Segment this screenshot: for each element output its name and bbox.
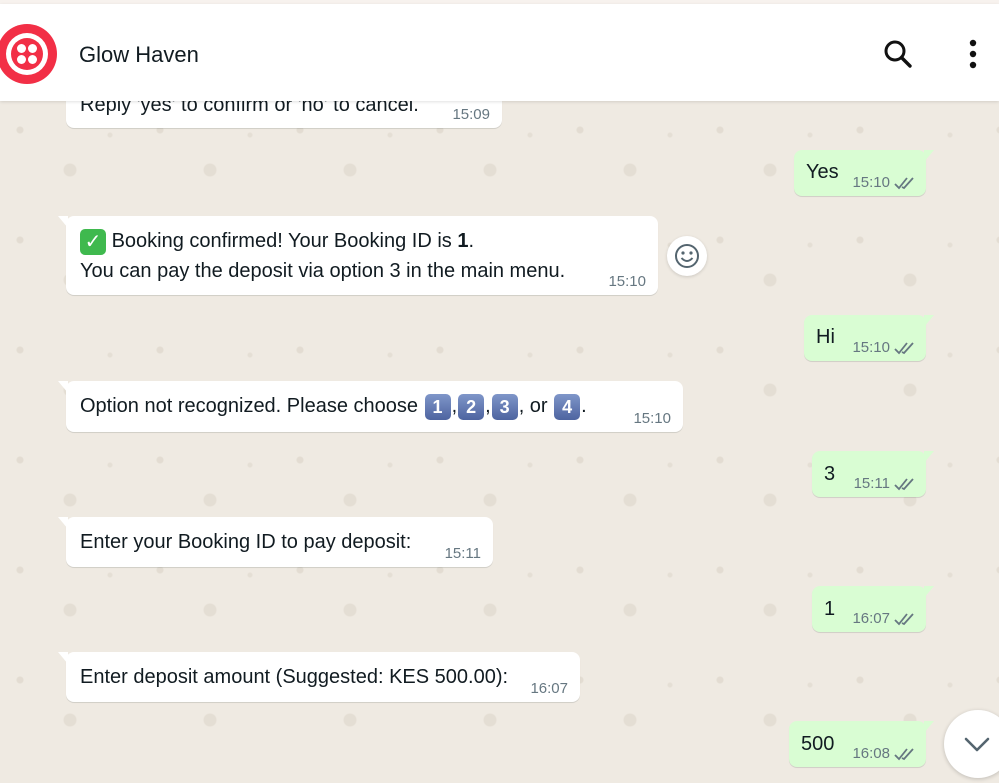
double-check-icon (894, 613, 914, 626)
check-mark-emoji-icon: ✓ (80, 228, 106, 255)
message-meta: 15:10 (852, 174, 916, 192)
message-text: Enter deposit amount (Suggested: KES 500… (80, 666, 509, 688)
search-icon[interactable] (882, 38, 914, 70)
chevron-down-icon (964, 737, 990, 752)
message-outgoing[interactable]: 3 15:11 (812, 451, 934, 497)
twilio-logo-icon[interactable] (0, 24, 57, 84)
message-time: 15:09 (452, 106, 490, 123)
message-text: 500 (801, 733, 835, 755)
message-text: Option not recognized. Please choose 1,2… (80, 391, 587, 421)
message-text: ✓ Booking confirmed! Your Booking ID is … (80, 226, 474, 256)
message-text: 3 (824, 463, 836, 485)
message-meta: 15:11 (854, 475, 916, 493)
message-incoming[interactable]: ✓ Booking confirmed! Your Booking ID is … (58, 216, 658, 295)
message-text: Hi (816, 326, 835, 348)
keycap-3-icon: 3 (491, 393, 518, 420)
message-meta: 15:10 (852, 339, 916, 357)
message-text: Enter your Booking ID to pay deposit: (80, 531, 412, 553)
message-time: 16:07 (530, 680, 568, 697)
message-outgoing[interactable]: Hi 15:10 (804, 315, 934, 361)
chat-header: Glow Haven (0, 4, 999, 101)
message-outgoing[interactable]: 1 16:07 (812, 586, 934, 632)
scroll-to-bottom-button[interactable] (944, 710, 999, 778)
message-meta: 16:08 (852, 745, 916, 763)
message-outgoing[interactable]: 500 16:08 (789, 721, 934, 767)
double-check-icon (894, 748, 914, 761)
message-time: 15:11 (444, 545, 481, 562)
more-vertical-icon[interactable] (957, 38, 989, 70)
double-check-icon (894, 478, 914, 491)
message-text: 1 (824, 598, 836, 620)
message-text: Yes (806, 161, 839, 183)
emoji-icon[interactable] (667, 236, 707, 276)
keycap-4-icon: 4 (554, 393, 581, 420)
message-time: 15:10 (633, 410, 671, 427)
double-check-icon (894, 342, 914, 355)
message-incoming[interactable]: Enter your Booking ID to pay deposit: 15… (58, 517, 493, 567)
double-check-icon (894, 177, 914, 190)
keycap-2-icon: 2 (458, 393, 485, 420)
message-outgoing[interactable]: Yes 15:10 (794, 150, 934, 196)
message-text-line2: You can pay the deposit via option 3 in … (80, 260, 566, 282)
message-time: 15:10 (608, 273, 646, 290)
message-incoming[interactable]: Option not recognized. Please choose 1,2… (58, 381, 683, 432)
message-meta: 16:07 (852, 610, 916, 628)
chat-title[interactable]: Glow Haven (79, 42, 199, 68)
keycap-1-icon: 1 (424, 393, 451, 420)
booking-id: 1 (457, 230, 469, 252)
message-incoming[interactable]: Enter deposit amount (Suggested: KES 500… (58, 652, 580, 702)
